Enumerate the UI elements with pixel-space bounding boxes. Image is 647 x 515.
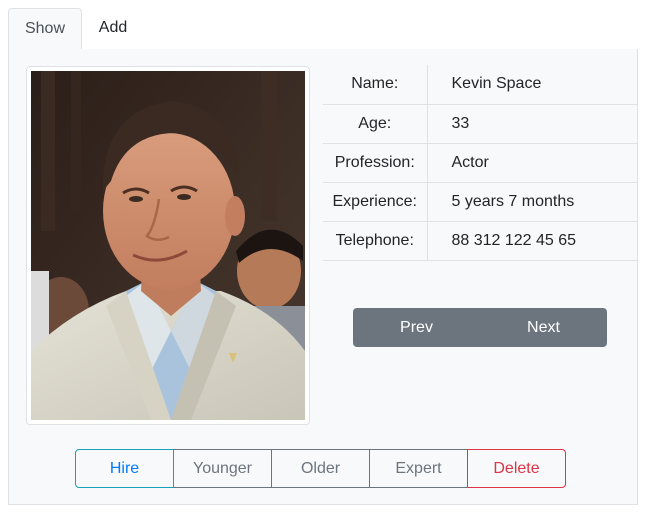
experience-value: 5 years 7 months bbox=[427, 182, 638, 222]
expert-button[interactable]: Expert bbox=[369, 449, 468, 488]
tab-show[interactable]: Show bbox=[8, 8, 82, 50]
profile-panel: Name: Kevin Space Age: 33 Profession: Ac… bbox=[8, 49, 638, 505]
name-label: Name: bbox=[323, 65, 428, 105]
age-value: 33 bbox=[427, 104, 638, 144]
telephone-value: 88 312 122 45 65 bbox=[427, 221, 638, 261]
delete-button[interactable]: Delete bbox=[467, 449, 566, 488]
photo-frame bbox=[26, 66, 310, 425]
age-label: Age: bbox=[323, 104, 428, 144]
table-row: Name: Kevin Space bbox=[323, 65, 638, 105]
table-row: Profession: Actor bbox=[323, 143, 638, 183]
action-button-group: Hire Younger Older Expert Delete bbox=[75, 449, 566, 488]
experience-label: Experience: bbox=[323, 182, 428, 222]
table-row: Age: 33 bbox=[323, 104, 638, 144]
next-button[interactable]: Next bbox=[480, 308, 607, 347]
telephone-label: Telephone: bbox=[323, 221, 428, 261]
younger-button[interactable]: Younger bbox=[173, 449, 272, 488]
profile-photo bbox=[31, 71, 305, 420]
table-row: Experience: 5 years 7 months bbox=[323, 182, 638, 222]
table-row: Telephone: 88 312 122 45 65 bbox=[323, 221, 638, 261]
profile-details-table: Name: Kevin Space Age: 33 Profession: Ac… bbox=[323, 65, 638, 261]
tab-bar: Show Add bbox=[8, 8, 638, 50]
profession-value: Actor bbox=[427, 143, 638, 183]
prev-next-button-group: Prev Next bbox=[353, 308, 607, 347]
hire-button[interactable]: Hire bbox=[75, 449, 174, 488]
profession-label: Profession: bbox=[323, 143, 428, 183]
prev-button[interactable]: Prev bbox=[353, 308, 480, 347]
older-button[interactable]: Older bbox=[271, 449, 370, 488]
name-value: Kevin Space bbox=[427, 65, 638, 105]
tab-add[interactable]: Add bbox=[82, 8, 144, 50]
